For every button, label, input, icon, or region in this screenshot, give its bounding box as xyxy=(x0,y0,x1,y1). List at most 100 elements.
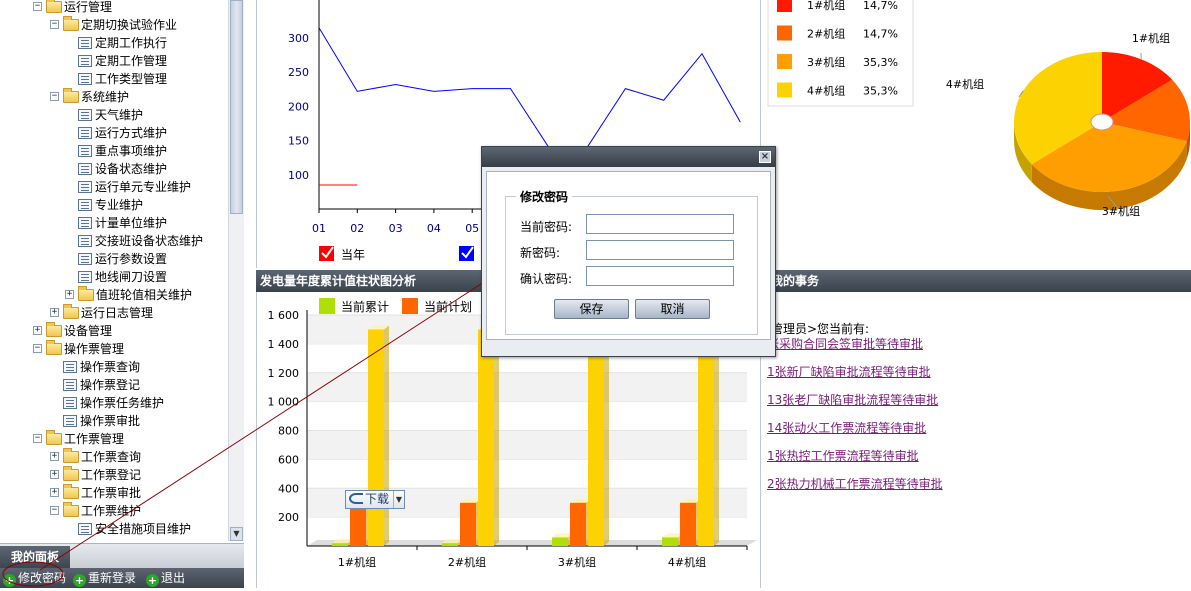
todo-link[interactable]: 2张热力机械工作票流程等待审批 xyxy=(767,475,943,492)
document-icon xyxy=(78,37,92,49)
tree-item[interactable]: +工作票登记 xyxy=(0,466,228,484)
tree-item[interactable]: −运行管理 xyxy=(0,0,228,16)
collapse-icon[interactable]: − xyxy=(33,434,42,443)
relogin-button[interactable]: +重新登录 xyxy=(73,570,136,586)
collapse-icon[interactable]: − xyxy=(33,344,42,353)
dialog-titlebar[interactable]: × xyxy=(482,147,775,167)
save-button[interactable]: 保存 xyxy=(554,299,629,319)
tree-item[interactable]: + 工作票查询 xyxy=(0,448,228,466)
tree-item[interactable]: −工作票管理 xyxy=(0,430,228,448)
tree-item[interactable]: −操作票管理 xyxy=(0,340,228,358)
x-tick-label: 2#机组 xyxy=(448,555,486,569)
panel-tab-bar: 我的面板 xyxy=(0,543,244,568)
collapse-icon[interactable]: − xyxy=(33,2,42,11)
todo-link[interactable]: 张采购合同会签审批等待审批 xyxy=(767,335,923,352)
y-tick-label: 1 000 xyxy=(268,396,300,409)
legend-swatch xyxy=(777,26,792,41)
cancel-button[interactable]: 取消 xyxy=(635,299,710,319)
dropdown-arrow-icon[interactable]: ▼ xyxy=(393,491,402,508)
document-icon xyxy=(78,109,92,121)
expand-icon[interactable]: + xyxy=(50,470,59,479)
tree-item[interactable]: 专业维护 xyxy=(0,196,228,214)
plus-circle-icon: + xyxy=(3,574,16,587)
x-tick-label: 04 xyxy=(427,222,441,235)
change-password-dialog: × 修改密码 当前密码: 新密码: 确认密码: 保存 取消 xyxy=(481,146,776,357)
tree-item-label: 工作票查询 xyxy=(81,448,141,466)
tree-item-label: 安全措施项目维护 xyxy=(95,520,191,538)
tree-item[interactable]: 地线闸刀设置 xyxy=(0,268,228,286)
scroll-down-icon[interactable]: ▼ xyxy=(230,527,243,541)
tree-item[interactable]: 安全措施项目维护 xyxy=(0,520,228,538)
tree-item[interactable]: 定期工作管理 xyxy=(0,52,228,70)
collapse-icon[interactable]: − xyxy=(50,20,59,29)
tree-item[interactable]: +值班轮值相关维护 xyxy=(0,286,228,304)
tree-item[interactable]: 重点事项维护 xyxy=(0,142,228,160)
tree-item[interactable]: −工作票维护 xyxy=(0,502,228,520)
tree-item[interactable]: +运行日志管理 xyxy=(0,304,228,322)
bar xyxy=(368,329,384,546)
collapse-icon[interactable]: − xyxy=(50,506,59,515)
scrollbar-thumb[interactable] xyxy=(230,0,243,214)
new-password-input[interactable] xyxy=(586,240,734,260)
download-button[interactable]: 下载▼ xyxy=(345,490,405,509)
tree-item[interactable]: +工作票审批 xyxy=(0,484,228,502)
tree-item[interactable]: − 系统维护 xyxy=(0,88,228,106)
tree-item-label: 系统维护 xyxy=(81,88,129,106)
close-icon[interactable]: × xyxy=(759,151,771,163)
todo-link[interactable]: 14张动火工作票流程等待审批 xyxy=(767,419,926,436)
tree-item[interactable]: 运行方式维护 xyxy=(0,124,228,142)
expand-icon[interactable]: + xyxy=(33,326,42,335)
legend-label: 2#机组 xyxy=(807,27,845,41)
document-icon xyxy=(78,181,92,193)
bar xyxy=(588,329,604,546)
tree-item[interactable]: 运行参数设置 xyxy=(0,250,228,268)
tree-item-label: 工作类型管理 xyxy=(95,70,167,88)
tree-item[interactable]: 交接班设备状态维护 xyxy=(0,232,228,250)
todo-link[interactable]: 1张热控工作票流程等待审批 xyxy=(767,447,919,464)
tree-item[interactable]: 定期工作执行 xyxy=(0,34,228,52)
tree-item-label: 地线闸刀设置 xyxy=(95,268,167,286)
collapse-icon[interactable]: − xyxy=(50,92,59,101)
bar-side xyxy=(604,325,609,546)
expand-icon[interactable]: + xyxy=(50,308,59,317)
tree-item[interactable]: −定期切换试验作业 xyxy=(0,16,228,34)
expand-icon[interactable]: + xyxy=(65,290,74,299)
bar xyxy=(478,329,494,546)
document-icon xyxy=(63,361,77,373)
tree-item[interactable]: 操作票审批 xyxy=(0,412,228,430)
tree-item-label: 操作票查询 xyxy=(80,358,140,376)
folder-icon xyxy=(63,91,79,103)
tree-item[interactable]: 天气维护 xyxy=(0,106,228,124)
logout-button[interactable]: +退出 xyxy=(146,570,185,586)
expand-icon[interactable]: + xyxy=(50,488,59,497)
legend-swatch xyxy=(777,83,792,98)
folder-icon xyxy=(46,1,62,13)
pie-chart: 1#机组14,7%2#机组14,7%3#机组35,3%4#机组35,3%1#机组… xyxy=(765,0,1191,268)
sidebar-scrollbar[interactable]: ▼ xyxy=(228,0,244,541)
dialog-body: 修改密码 当前密码: 新密码: 确认密码: 保存 取消 xyxy=(486,171,771,340)
document-icon xyxy=(78,145,92,157)
change-password-button[interactable]: +修改密码 xyxy=(3,570,66,586)
tree-item[interactable]: 操作票登记 xyxy=(0,376,228,394)
todo-link[interactable]: 1张新厂缺陷审批流程等待审批 xyxy=(767,363,931,380)
legend-label: 3#机组 xyxy=(807,55,845,69)
y-tick-label: 1 200 xyxy=(268,367,300,380)
tab-my-panel[interactable]: 我的面板 xyxy=(0,546,70,568)
tree-item[interactable]: 工作类型管理 xyxy=(0,70,228,88)
tree-item[interactable]: 操作票任务维护 xyxy=(0,394,228,412)
folder-icon xyxy=(46,433,62,445)
tree-item-label: 交接班设备状态维护 xyxy=(95,232,203,250)
tree-item-label: 运行参数设置 xyxy=(95,250,167,268)
y-tick-label: 1 600 xyxy=(268,309,300,322)
confirm-password-input[interactable] xyxy=(586,266,734,286)
tree-item[interactable]: +设备管理 xyxy=(0,322,228,340)
current-password-input[interactable] xyxy=(586,214,734,234)
tree-item[interactable]: 计量单位维护 xyxy=(0,214,228,232)
tree-item[interactable]: 运行单元专业维护 xyxy=(0,178,228,196)
tree-item[interactable]: 操作票查询 xyxy=(0,358,228,376)
tree-item[interactable]: 设备状态维护 xyxy=(0,160,228,178)
todo-link[interactable]: 13张老厂缺陷审批流程等待审批 xyxy=(767,391,938,408)
bar xyxy=(350,508,366,546)
expand-icon[interactable]: + xyxy=(50,452,59,461)
document-icon xyxy=(78,235,92,247)
